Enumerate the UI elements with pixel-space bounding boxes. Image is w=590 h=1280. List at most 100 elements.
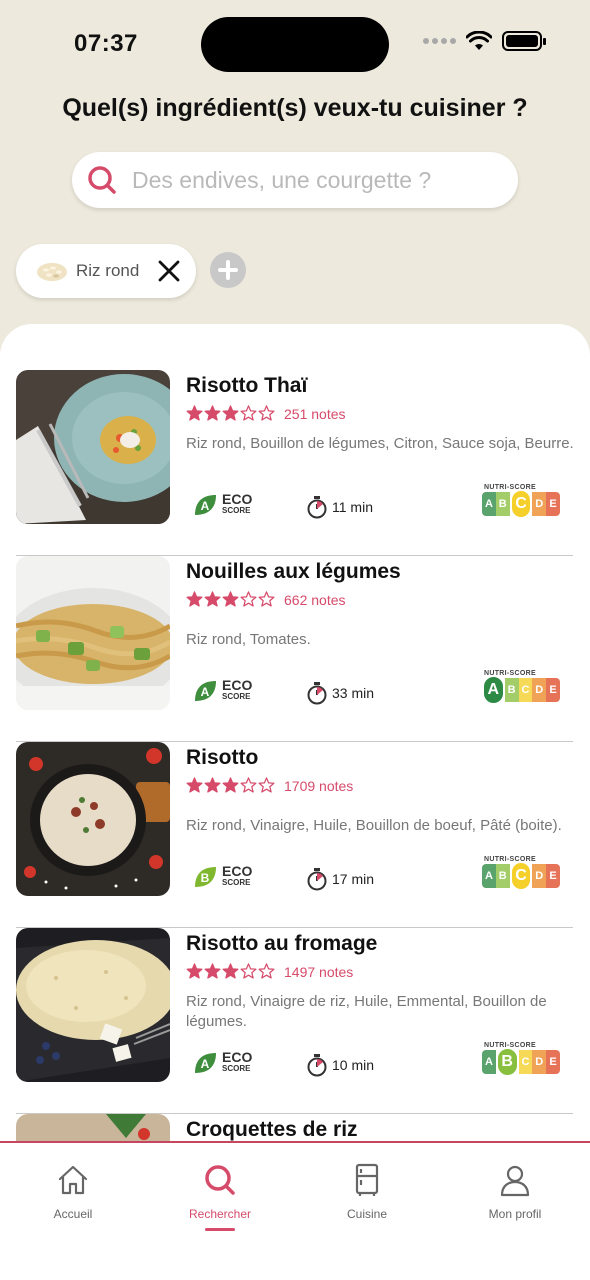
star-empty-icon bbox=[240, 963, 257, 979]
timer-icon bbox=[307, 682, 327, 705]
star-rating bbox=[186, 405, 275, 422]
status-time: 07:37 bbox=[74, 30, 138, 57]
eco-score-label: ECO SCORE bbox=[222, 491, 253, 515]
nutri-score-cell: A bbox=[482, 492, 496, 516]
nutri-score-badge: NUTRI-SCORE ABCDE bbox=[482, 1042, 560, 1077]
star-filled-icon bbox=[204, 777, 221, 793]
active-tab-indicator bbox=[205, 1228, 235, 1231]
nutri-score-cell: B bbox=[495, 1047, 519, 1077]
star-filled-icon bbox=[222, 963, 239, 979]
recipe-duration: 10 min bbox=[306, 1053, 374, 1077]
search-input[interactable] bbox=[132, 166, 492, 194]
nutri-score-cell: E bbox=[546, 864, 560, 888]
signal-icon bbox=[423, 38, 456, 44]
nutri-score-cell: D bbox=[532, 1050, 547, 1074]
recipe-title: Risotto Thaï bbox=[186, 374, 308, 397]
nutri-score-cell: D bbox=[532, 492, 547, 516]
dynamic-island bbox=[201, 17, 389, 72]
recipe-title: Nouilles aux légumes bbox=[186, 560, 401, 583]
star-filled-icon bbox=[186, 405, 203, 421]
timer-icon bbox=[307, 868, 327, 891]
eco-score-badge: B ECO SCORE bbox=[192, 864, 252, 890]
nutri-score-cell: C bbox=[509, 861, 533, 891]
nutri-score-cell: E bbox=[546, 492, 560, 516]
close-icon[interactable] bbox=[158, 260, 180, 282]
star-filled-icon bbox=[204, 591, 221, 607]
star-filled-icon bbox=[204, 963, 221, 979]
recipe-notes-count: 1497 notes bbox=[284, 963, 354, 980]
tab-cuisine[interactable]: Cuisine bbox=[312, 1163, 422, 1221]
nutri-score-cell: A bbox=[482, 675, 505, 705]
recipe-image bbox=[16, 556, 170, 710]
recipe-notes-count: 1709 notes bbox=[284, 777, 354, 794]
tab-rechercher[interactable]: Rechercher bbox=[165, 1163, 275, 1231]
nutri-score-badge: NUTRI-SCORE ABCDE bbox=[482, 670, 560, 705]
nutri-score-cell: A bbox=[482, 1050, 496, 1074]
svg-text:A: A bbox=[201, 1057, 210, 1071]
recipe-duration: 17 min bbox=[306, 867, 374, 891]
page-title: Quel(s) ingrédient(s) veux-tu cuisiner ? bbox=[62, 94, 528, 122]
ingredient-chip[interactable]: Riz rond bbox=[16, 244, 196, 298]
star-filled-icon bbox=[186, 591, 203, 607]
ingredient-chip-label: Riz rond bbox=[76, 261, 140, 280]
nutri-score-cell: C bbox=[509, 489, 533, 519]
star-rating bbox=[186, 591, 275, 608]
recipe-rating: 1709 notes bbox=[186, 777, 353, 794]
recipe-card[interactable]: Risotto Thaï 251 notes Riz rond, Bouillo… bbox=[16, 370, 574, 556]
tab-accueil[interactable]: Accueil bbox=[18, 1163, 128, 1221]
nutri-score-cell: E bbox=[546, 678, 560, 702]
home-icon bbox=[58, 1165, 88, 1195]
nutri-score-cell: B bbox=[495, 492, 510, 516]
add-ingredient-button[interactable] bbox=[210, 252, 246, 288]
star-empty-icon bbox=[258, 405, 275, 421]
recipe-duration: 33 min bbox=[306, 681, 374, 705]
status-icons bbox=[423, 31, 546, 51]
eco-leaf-icon: A bbox=[195, 1053, 216, 1073]
recipe-notes-count: 662 notes bbox=[284, 591, 346, 608]
nutri-score-cell: C bbox=[518, 678, 533, 702]
star-rating bbox=[186, 963, 275, 980]
eco-score-badge: A ECO SCORE bbox=[192, 678, 252, 704]
star-filled-icon bbox=[222, 591, 239, 607]
star-filled-icon bbox=[222, 405, 239, 421]
recipe-title: Croquettes de riz bbox=[186, 1118, 358, 1141]
nutri-score-bar: ABCDE bbox=[482, 489, 560, 519]
search-box[interactable] bbox=[72, 152, 518, 208]
recipe-ingredients: Riz rond, Bouillon de légumes, Citron, S… bbox=[186, 435, 574, 452]
nutri-score-cell: B bbox=[504, 678, 519, 702]
nutri-score-cell: D bbox=[532, 864, 547, 888]
recipe-rating: 251 notes bbox=[186, 405, 346, 422]
nutri-score-bar: ABCDE bbox=[482, 1047, 560, 1077]
nutri-score-cell: E bbox=[546, 1050, 560, 1074]
nutri-score-cell: C bbox=[518, 1050, 533, 1074]
nutri-score-cell: D bbox=[532, 678, 547, 702]
timer-icon bbox=[307, 1054, 327, 1077]
star-empty-icon bbox=[240, 405, 257, 421]
star-filled-icon bbox=[204, 405, 221, 421]
eco-score-badge: A ECO SCORE bbox=[192, 492, 252, 518]
profile-icon bbox=[500, 1165, 530, 1197]
eco-score-label: ECO SCORE bbox=[222, 863, 253, 887]
nutri-score-bar: ABCDE bbox=[482, 861, 560, 891]
results-sheet[interactable]: Risotto Thaï 251 notes Riz rond, Bouillo… bbox=[0, 324, 590, 1154]
recipe-title: Risotto au fromage bbox=[186, 932, 378, 955]
search-icon bbox=[88, 166, 116, 194]
recipe-ingredients: Riz rond, Vinaigre, Huile, Bouillon de b… bbox=[186, 817, 562, 834]
eco-score-label: ECO SCORE bbox=[222, 1049, 253, 1073]
fridge-icon bbox=[355, 1163, 379, 1196]
recipe-card[interactable]: Risotto au fromage 1497 notes Riz rond, … bbox=[16, 928, 573, 1114]
recipe-image bbox=[16, 742, 170, 896]
star-rating bbox=[186, 777, 275, 794]
tab-mon-profil[interactable]: Mon profil bbox=[460, 1163, 570, 1221]
recipe-notes-count: 251 notes bbox=[284, 405, 346, 422]
status-bar: 07:37 bbox=[0, 0, 590, 90]
star-filled-icon bbox=[222, 777, 239, 793]
svg-text:A: A bbox=[201, 499, 210, 513]
star-empty-icon bbox=[258, 591, 275, 607]
recipe-card[interactable]: Nouilles aux légumes 662 notes Riz rond,… bbox=[16, 556, 573, 742]
star-empty-icon bbox=[258, 777, 275, 793]
recipe-image bbox=[16, 928, 170, 1082]
nutri-score-cell: A bbox=[482, 864, 496, 888]
recipe-card[interactable]: Risotto 1709 notes Riz rond, Vinaigre, H… bbox=[16, 742, 573, 928]
star-empty-icon bbox=[240, 591, 257, 607]
